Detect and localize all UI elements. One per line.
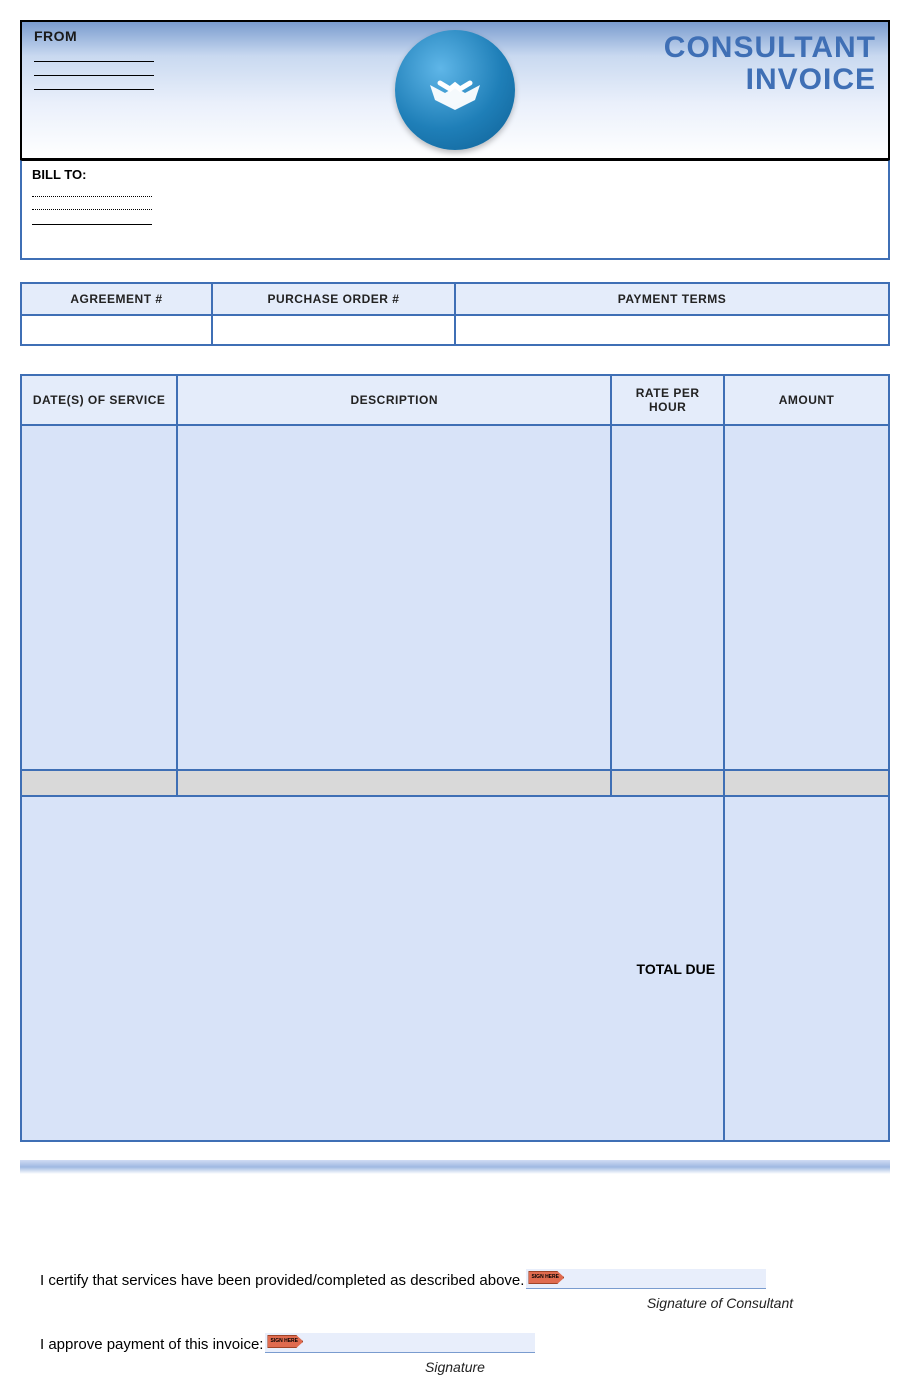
handshake-icon — [395, 30, 515, 150]
from-line-1[interactable] — [34, 48, 154, 62]
items-body-row — [21, 425, 889, 770]
desc-cell[interactable] — [177, 425, 611, 770]
approver-signature-caption: Signature — [320, 1359, 590, 1375]
bill-to-label: BILL TO: — [32, 167, 878, 182]
total-due-value[interactable] — [724, 796, 889, 1141]
footer-date — [21, 770, 177, 796]
approve-text: I approve payment of this invoice: — [40, 1336, 263, 1353]
col-amount-header: AMOUNT — [724, 375, 889, 425]
title-line-1: CONSULTANT — [664, 32, 876, 64]
certify-text: I certify that services have been provid… — [40, 1272, 524, 1289]
document-title: CONSULTANT INVOICE — [664, 32, 876, 95]
signature-section: I certify that services have been provid… — [20, 1269, 890, 1375]
meta-table: AGREEMENT # PURCHASE ORDER # PAYMENT TER… — [20, 282, 890, 346]
terms-header: PAYMENT TERMS — [455, 283, 889, 315]
po-header: PURCHASE ORDER # — [212, 283, 455, 315]
col-date-header: DATE(S) OF SERVICE — [21, 375, 177, 425]
title-line-2: INVOICE — [664, 64, 876, 96]
terms-cell[interactable] — [455, 315, 889, 345]
date-cell[interactable] — [21, 425, 177, 770]
sign-here-tag-icon: SIGN HERE — [528, 1271, 564, 1284]
from-block: FROM — [34, 28, 204, 90]
col-rate-header: RATE PER HOUR — [611, 375, 724, 425]
items-table: DATE(S) OF SERVICE DESCRIPTION RATE PER … — [20, 374, 890, 1142]
footer-amount — [724, 770, 889, 796]
divider-bar — [20, 1160, 890, 1174]
logo — [395, 30, 515, 150]
billto-line-3[interactable] — [32, 212, 152, 225]
billto-line-2[interactable] — [32, 197, 152, 210]
consultant-signature-caption: Signature of Consultant — [600, 1295, 840, 1311]
agreement-cell[interactable] — [21, 315, 212, 345]
agreement-header: AGREEMENT # — [21, 283, 212, 315]
sign-here-tag-icon: SIGN HERE — [267, 1335, 303, 1348]
from-line-3[interactable] — [34, 76, 154, 90]
footer-rate — [611, 770, 724, 796]
header-panel: FROM CONSULTANT INVOICE — [20, 20, 890, 160]
amount-cell[interactable] — [724, 425, 889, 770]
rate-cell[interactable] — [611, 425, 724, 770]
billto-line-1[interactable] — [32, 184, 152, 197]
footer-desc — [177, 770, 611, 796]
total-due-row: TOTAL DUE — [21, 796, 889, 1141]
col-desc-header: DESCRIPTION — [177, 375, 611, 425]
from-label: FROM — [34, 28, 204, 44]
from-line-2[interactable] — [34, 62, 154, 76]
approver-signature-line[interactable]: SIGN HERE — [265, 1333, 535, 1353]
items-footer-row — [21, 770, 889, 796]
po-cell[interactable] — [212, 315, 455, 345]
bill-to-panel: BILL TO: — [20, 160, 890, 260]
consultant-signature-line[interactable]: SIGN HERE — [526, 1269, 766, 1289]
total-due-label: TOTAL DUE — [21, 796, 724, 1141]
